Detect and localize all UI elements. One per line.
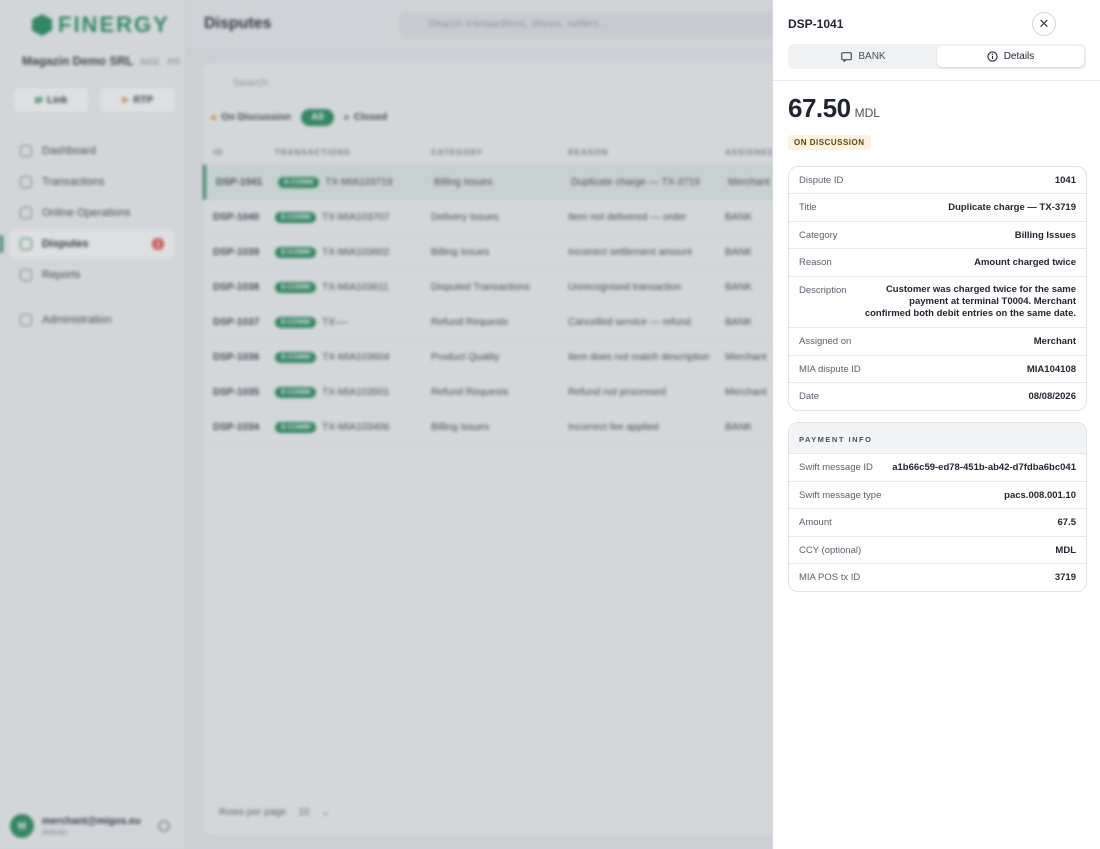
detail-value: MIA104108: [1026, 364, 1076, 375]
status-badge: ON DISCUSSION: [788, 135, 871, 150]
divider: [773, 80, 1100, 81]
close-button[interactable]: ✕: [1032, 12, 1056, 36]
payment-row-swift-message-id: Swift message ID a1b66c59-ed78-451b-ab42-…: [789, 454, 1086, 482]
drawer-title: DSP-1041: [788, 17, 844, 31]
payment-value: a1b66c59-ed78-451b-ab42-d7fdba6bc041: [892, 462, 1076, 473]
dispute-amount: 67.50 MDL: [788, 93, 880, 124]
payment-value: 3719: [1054, 572, 1076, 583]
detail-key: Assigned on: [799, 336, 852, 347]
payment-row-amount: Amount 67.5: [789, 509, 1086, 537]
detail-row-date: Date 08/08/2026: [789, 383, 1086, 410]
detail-value: Billing Issues: [1014, 230, 1076, 241]
payment-row-swift-message-type: Swift message type pacs.008.001.10: [789, 482, 1086, 509]
payment-value: pacs.008.001.10: [1004, 490, 1076, 501]
detail-key: Description: [799, 285, 847, 296]
tab-bank[interactable]: BANK: [790, 46, 937, 67]
tab-details-label: Details: [1003, 51, 1035, 62]
payment-row-mia-pos-tx-id: MIA POS tx ID 3719: [789, 564, 1086, 591]
tab-bank-label: BANK: [858, 51, 886, 62]
close-icon: ✕: [1038, 16, 1050, 31]
dispute-detail-drawer: DSP-1041 ✕ BANK Details 67.50 MDL ON DIS…: [772, 0, 1100, 849]
payment-key: Amount: [799, 517, 832, 528]
payment-row-ccy: CCY (optional) MDL: [789, 537, 1086, 564]
dispute-details-card: Dispute ID 1041 Title Duplicate charge — T…: [788, 166, 1087, 411]
detail-key: MIA dispute ID: [799, 364, 861, 375]
drawer-tabs: BANK Details: [788, 44, 1086, 69]
payment-value: MDL: [1055, 545, 1076, 556]
payment-key: Swift message ID: [799, 462, 873, 473]
payment-info-title: PAYMENT INFO: [789, 423, 1086, 454]
detail-key: Title: [799, 202, 817, 213]
detail-row-title: Title Duplicate charge — TX-3719: [789, 194, 1086, 222]
detail-row-assigned-on: Assigned on Merchant: [789, 328, 1086, 356]
payment-key: MIA POS tx ID: [799, 572, 861, 583]
detail-value: Amount charged twice: [974, 257, 1076, 268]
payment-info-card: PAYMENT INFO Swift message ID a1b66c59-ed…: [788, 422, 1087, 592]
detail-row-category: Category Billing Issues: [789, 222, 1086, 249]
detail-value: Duplicate charge — TX-3719: [948, 202, 1076, 213]
detail-key: Dispute ID: [799, 175, 844, 186]
detail-row-dispute-id: Dispute ID 1041: [789, 167, 1086, 194]
payment-key: CCY (optional): [799, 545, 862, 556]
detail-value: 1041: [1054, 175, 1076, 186]
amount-currency: MDL: [854, 106, 880, 120]
detail-key: Reason: [799, 257, 832, 268]
info-icon: [987, 51, 998, 62]
message-icon: [841, 51, 853, 62]
payment-value: 67.5: [1057, 517, 1077, 528]
detail-row-mia-dispute-id: MIA dispute ID MIA104108: [789, 356, 1086, 383]
payment-key: Swift message type: [799, 490, 882, 501]
detail-value: Customer was charged twice for the same …: [864, 284, 1076, 319]
modal-backdrop[interactable]: [0, 0, 772, 849]
detail-row-reason: Reason Amount charged twice: [789, 249, 1086, 277]
amount-value: 67.50: [788, 93, 851, 123]
detail-value: 08/08/2026: [1028, 391, 1076, 402]
detail-value: Merchant: [1033, 336, 1076, 347]
detail-key: Category: [799, 230, 838, 241]
tab-details[interactable]: Details: [937, 46, 1084, 67]
detail-row-description: Description Customer was charged twice fo…: [789, 277, 1086, 328]
detail-key: Date: [799, 391, 820, 402]
